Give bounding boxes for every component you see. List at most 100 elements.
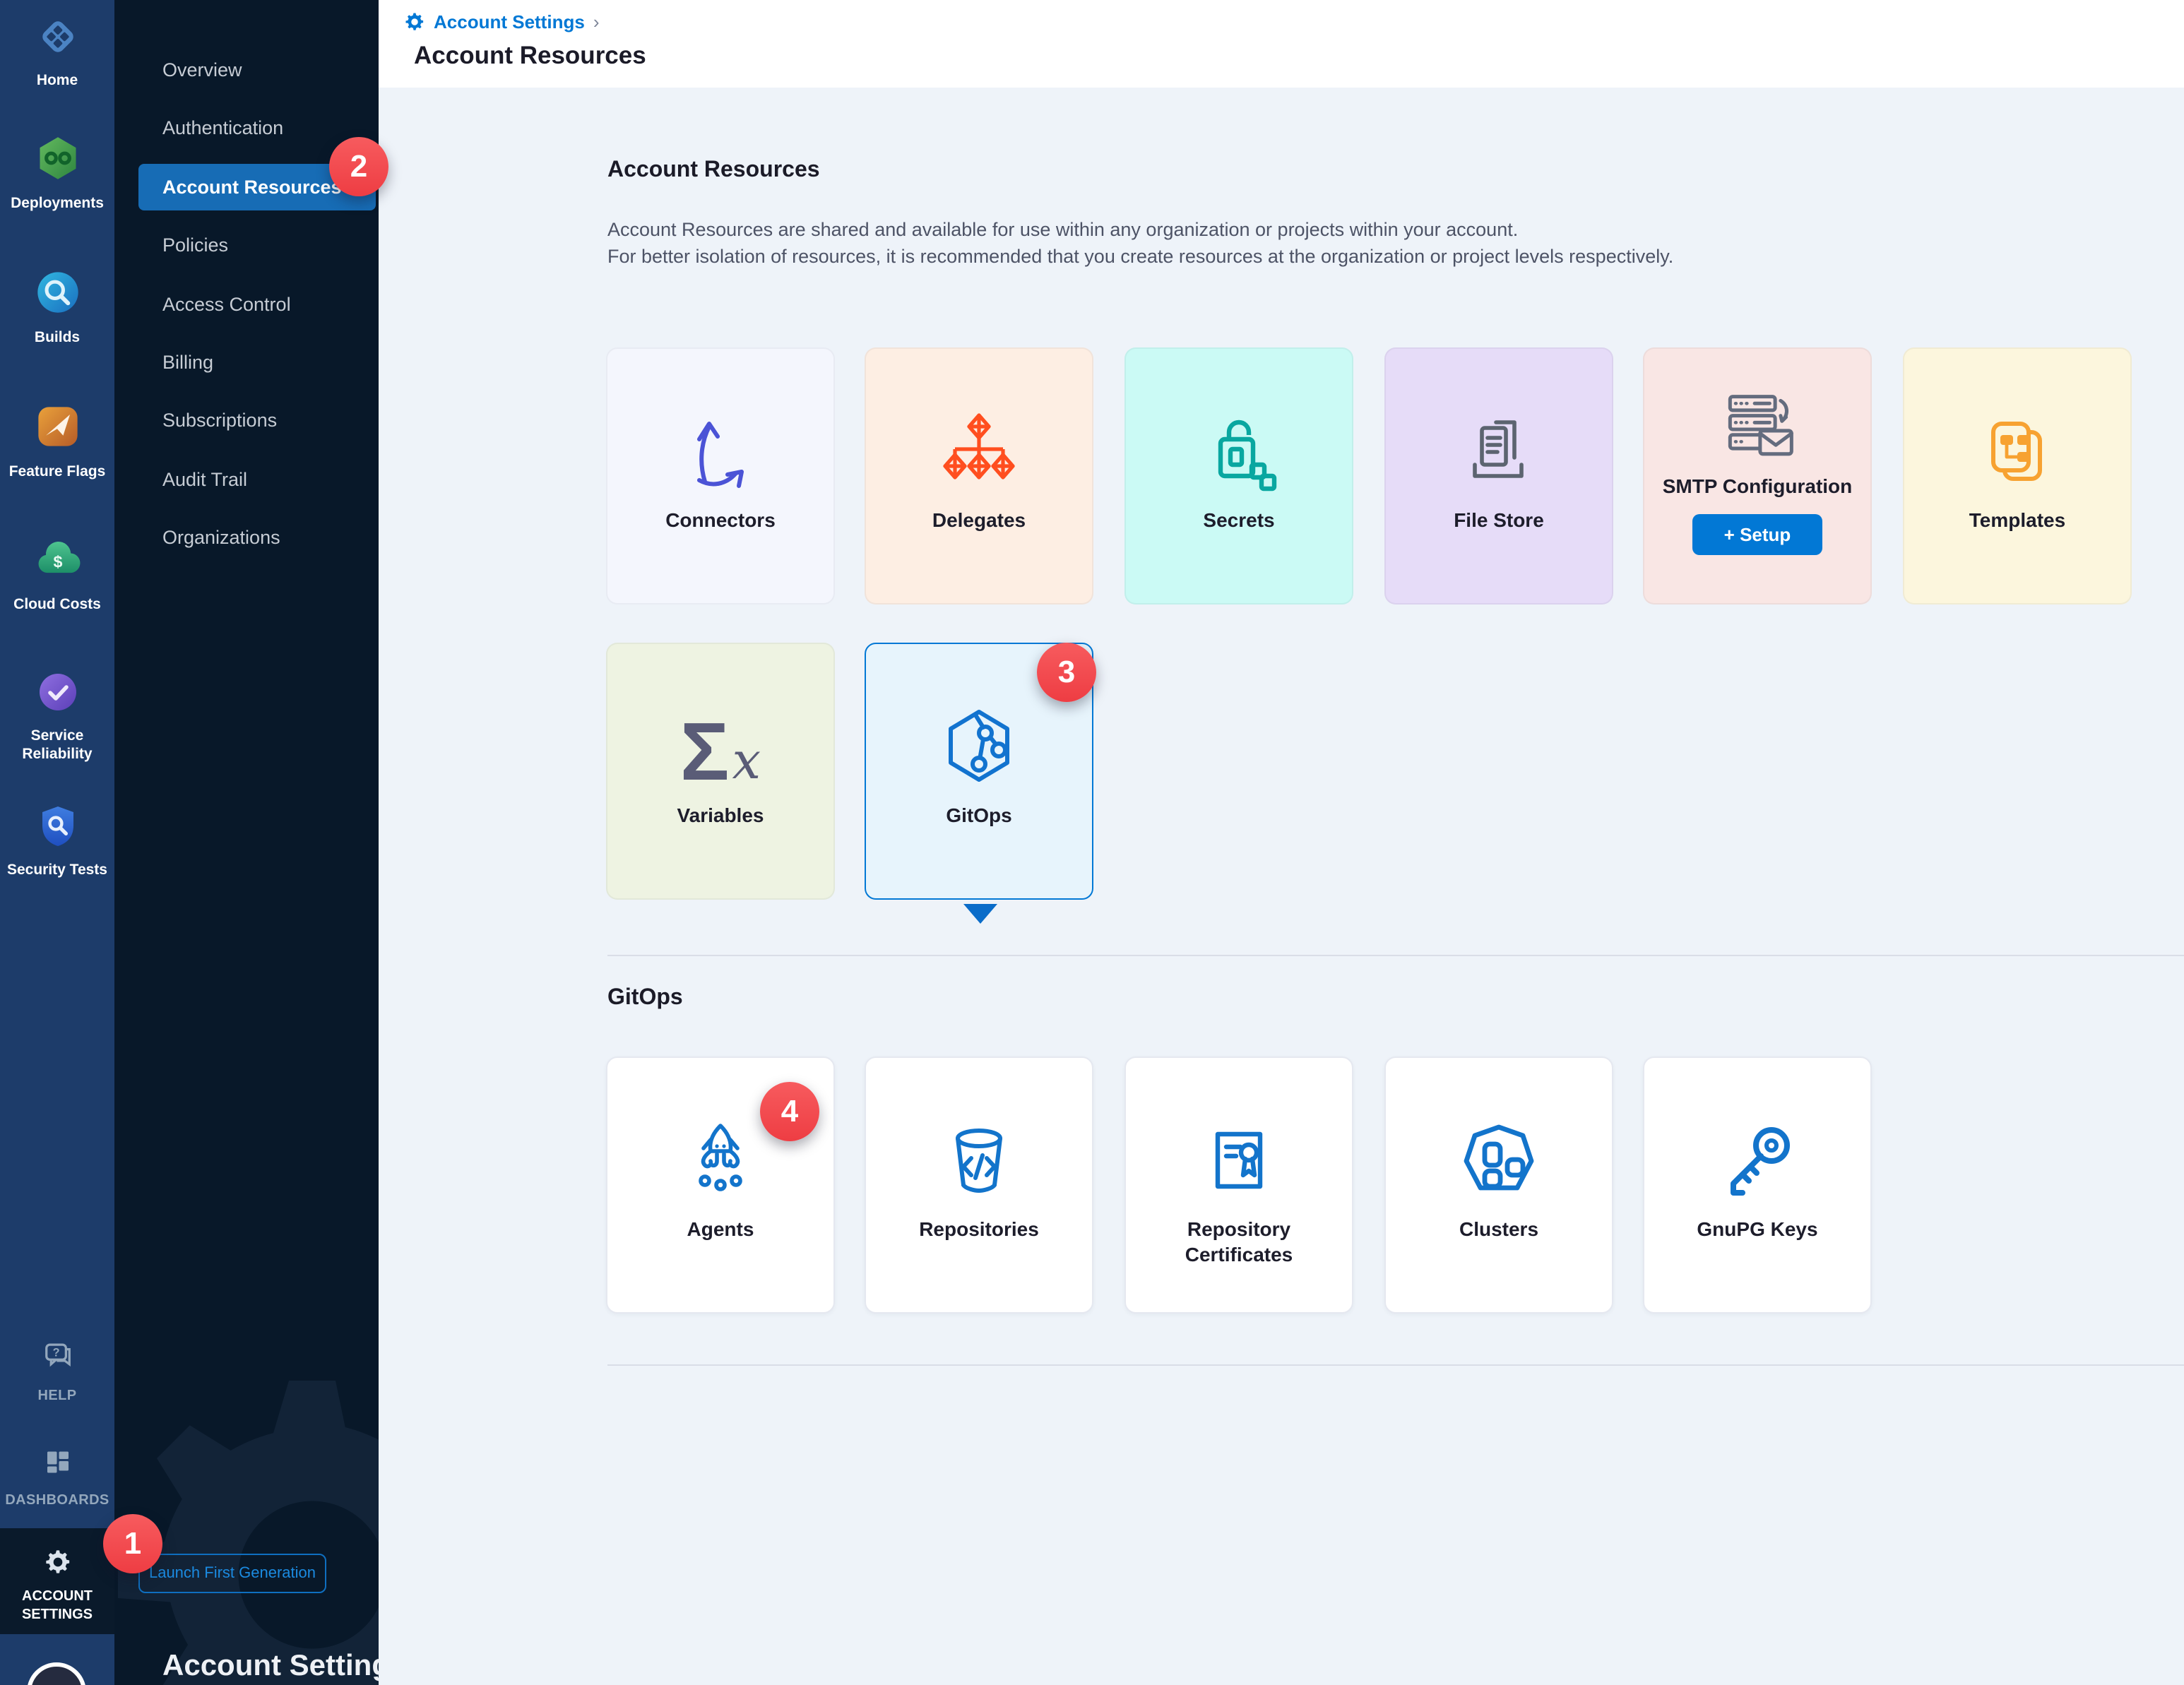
sidenav-item-billing[interactable]: Billing xyxy=(114,333,379,392)
card-smtp-configuration[interactable]: SMTP Configuration + Setup xyxy=(1643,347,1872,605)
secrets-icon xyxy=(1126,349,1352,507)
launch-first-generation-button[interactable]: Launch First Generation xyxy=(138,1554,326,1593)
cloud-costs-icon: $ xyxy=(33,535,81,590)
dashboards-icon xyxy=(40,1446,74,1487)
rail-label: Service Reliability xyxy=(0,727,114,763)
rail-item-dashboards[interactable]: DASHBOARDS xyxy=(0,1446,114,1511)
file-store-icon xyxy=(1386,349,1612,507)
rail-item-service-reliability[interactable]: Service Reliability xyxy=(0,669,114,763)
section-description: Account Resources are shared and availab… xyxy=(607,216,1673,270)
card-label: Clusters xyxy=(1445,1216,1553,1242)
step-badge-3: 3 xyxy=(1037,643,1096,702)
card-templates[interactable]: Templates xyxy=(1903,347,2132,605)
gitops-pointer-triangle xyxy=(963,904,997,924)
harness-account-resources-page: Account Settings › Account Resources Acc… xyxy=(0,0,2184,1685)
rail-item-cloud-costs[interactable]: $ Cloud Costs xyxy=(0,535,114,614)
card-label: Agents xyxy=(673,1216,768,1242)
gear-watermark xyxy=(114,1342,379,1685)
rail-label: ACCOUNT SETTINGS xyxy=(0,1589,114,1624)
sidenav-item-subscriptions[interactable]: Subscriptions xyxy=(114,392,379,451)
card-clusters[interactable]: Clusters xyxy=(1384,1056,1613,1314)
user-avatar[interactable]: MC xyxy=(27,1662,86,1685)
rail-item-deployments[interactable]: Deployments xyxy=(0,134,114,213)
card-label: GnuPG Keys xyxy=(1682,1216,1832,1242)
sidenav-item-overview[interactable]: Overview xyxy=(114,41,379,100)
rail-item-account-settings[interactable]: ACCOUNT SETTINGS xyxy=(0,1548,114,1624)
description-line-2: For better isolation of resources, it is… xyxy=(607,243,1673,270)
rail-item-feature-flags[interactable]: Feature Flags xyxy=(0,403,114,481)
card-label: File Store xyxy=(1440,507,1558,532)
sidenav-item-audit-trail[interactable]: Audit Trail xyxy=(114,450,379,508)
svg-text:$: $ xyxy=(53,553,62,571)
sidenav-item-organizations[interactable]: Organizations xyxy=(114,508,379,567)
repository-certificates-icon xyxy=(1126,1058,1352,1216)
card-label: GitOps xyxy=(932,802,1026,828)
sidenav-list: Overview Authentication Account Resource… xyxy=(114,41,379,567)
service-reliability-icon xyxy=(35,669,80,722)
rail-item-help[interactable]: ? HELP xyxy=(0,1339,114,1406)
card-file-store[interactable]: File Store xyxy=(1384,347,1613,605)
help-icon: ? xyxy=(39,1339,76,1383)
repositories-icon xyxy=(866,1058,1092,1216)
builds-icon xyxy=(33,268,81,323)
svg-text:?: ? xyxy=(52,1346,59,1359)
rail-label: HELP xyxy=(34,1388,81,1406)
page-title: Account Resources xyxy=(414,41,646,71)
rail-label: Deployments xyxy=(6,195,108,213)
breadcrumb-account-settings-link[interactable]: Account Settings xyxy=(434,11,585,32)
account-settings-sidenav: Overview Authentication Account Resource… xyxy=(114,0,379,1685)
rail-item-security-tests[interactable]: Security Tests xyxy=(0,804,114,879)
card-label: Secrets xyxy=(1189,507,1288,532)
delegates-icon xyxy=(866,349,1092,507)
variables-icon: Σx xyxy=(607,644,833,802)
step-badge-1: 1 xyxy=(103,1514,162,1573)
card-connectors[interactable]: Connectors xyxy=(606,347,835,605)
rail-label: DASHBOARDS xyxy=(1,1493,113,1511)
rail-label: Builds xyxy=(30,329,84,347)
card-label: Repositories xyxy=(905,1216,1053,1242)
gitops-section-title: GitOps xyxy=(607,986,683,1011)
rail-label: Home xyxy=(32,72,82,90)
card-label: Templates xyxy=(1955,507,2079,532)
security-tests-icon xyxy=(35,804,80,856)
module-rail: Home Deployments Builds Feature Flags $ … xyxy=(0,0,114,1685)
card-gnupg-keys[interactable]: GnuPG Keys xyxy=(1643,1056,1872,1314)
card-secrets[interactable]: Secrets xyxy=(1124,347,1353,605)
rail-item-builds[interactable]: Builds xyxy=(0,268,114,347)
section-title: Account Resources xyxy=(607,158,820,184)
step-badge-4: 4 xyxy=(760,1082,819,1141)
card-variables[interactable]: Σx Variables xyxy=(606,643,835,900)
breadcrumb-chevron: › xyxy=(593,11,600,32)
templates-icon xyxy=(1904,349,2130,507)
rail-label: Feature Flags xyxy=(5,463,110,481)
sidenav-footer-title: Account Settings xyxy=(162,1650,379,1684)
description-line-1: Account Resources are shared and availab… xyxy=(607,216,1673,243)
smtp-setup-button[interactable]: + Setup xyxy=(1692,514,1822,555)
card-label: Variables xyxy=(663,802,778,828)
page-header xyxy=(379,0,2184,88)
connectors-icon xyxy=(607,349,833,507)
feature-flags-icon xyxy=(33,403,81,458)
settings-gear-icon xyxy=(404,11,425,32)
section-divider-top xyxy=(607,955,2184,956)
breadcrumb: Account Settings › xyxy=(404,11,600,32)
step-badge-2: 2 xyxy=(329,137,388,196)
gnupg-keys-icon xyxy=(1644,1058,1870,1216)
card-repositories[interactable]: Repositories xyxy=(865,1056,1093,1314)
section-divider-bottom xyxy=(607,1364,2184,1366)
card-repository-certificates[interactable]: Repository Certificates xyxy=(1124,1056,1353,1314)
deployments-icon xyxy=(33,134,81,189)
card-label: SMTP Configuration xyxy=(1649,473,1867,499)
home-icon xyxy=(35,14,80,66)
rail-label: Cloud Costs xyxy=(9,596,105,614)
rail-label: Security Tests xyxy=(3,862,112,879)
sidenav-item-access-control[interactable]: Access Control xyxy=(114,275,379,333)
card-label: Connectors xyxy=(651,507,790,532)
card-label: Repository Certificates xyxy=(1126,1216,1352,1267)
rail-item-home[interactable]: Home xyxy=(0,14,114,90)
card-label: Delegates xyxy=(918,507,1040,532)
card-delegates[interactable]: Delegates xyxy=(865,347,1093,605)
account-settings-gear-icon xyxy=(43,1548,71,1583)
sidenav-item-policies[interactable]: Policies xyxy=(114,216,379,275)
smtp-configuration-icon xyxy=(1644,349,1870,473)
